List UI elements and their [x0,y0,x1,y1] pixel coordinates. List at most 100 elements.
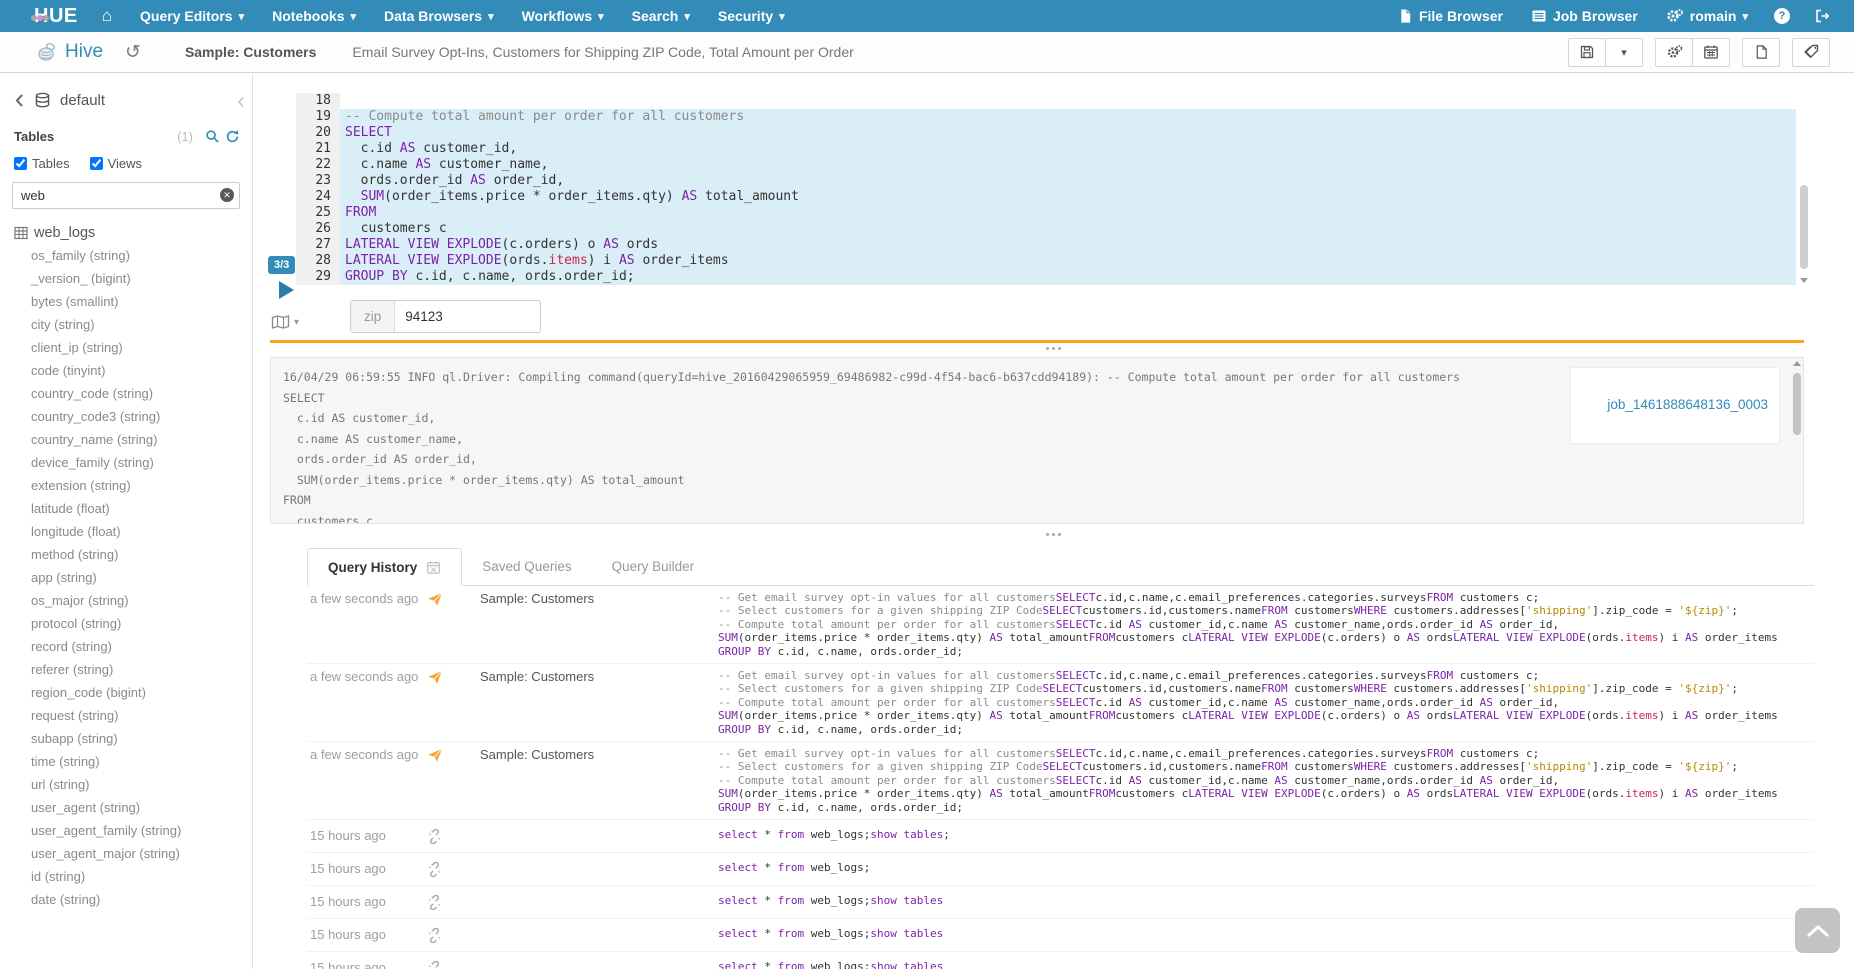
nav-workflows[interactable]: Workflows▾ [508,0,618,32]
help-icon: ? [1774,8,1790,24]
file-browser-button[interactable]: File Browser [1384,0,1517,32]
tab-query-history[interactable]: Query History [307,548,462,586]
column-item[interactable]: record (string) [0,635,252,658]
editor-line[interactable]: 25FROM [296,205,1810,221]
execute-button[interactable] [279,281,294,299]
zip-variable-input[interactable] [395,301,540,332]
editor-line[interactable]: 22 c.name AS customer_name, [296,157,1810,173]
query-title[interactable]: Sample: Customers [185,44,316,60]
editor-line[interactable]: 29GROUP BY c.id, c.name, ords.order_id; [296,269,1810,285]
schedule-button[interactable] [1692,38,1730,67]
editor-line[interactable]: 18 [296,93,1810,109]
logout-button[interactable] [1802,0,1842,32]
editor-line[interactable]: 23 ords.order_id AS order_id, [296,173,1810,189]
search-icon[interactable] [205,129,220,144]
log-scrollbar[interactable] [1791,359,1802,522]
column-item[interactable]: bytes (smallint) [0,290,252,313]
clear-filter-icon[interactable]: ✕ [220,188,234,202]
tab-saved-queries[interactable]: Saved Queries [462,548,591,585]
hue-logo[interactable]: HUE [34,5,78,28]
editor-line[interactable]: 27LATERAL VIEW EXPLODE(c.orders) o AS or… [296,237,1810,253]
save-button[interactable] [1568,38,1606,67]
refresh-icon[interactable] [225,129,240,144]
calendar-clear-icon[interactable] [426,560,441,575]
history-row[interactable]: 15 hours agoselect * from web_logs;show … [307,819,1814,852]
new-document-button[interactable] [1742,38,1780,67]
column-item[interactable]: app (string) [0,566,252,589]
settings-button[interactable] [1655,38,1693,67]
job-link[interactable]: job_1461888648136_0003 [1607,397,1768,412]
line-number: 21 [296,141,340,157]
user-menu[interactable]: romain ▾ [1652,0,1762,32]
column-item[interactable]: country_name (string) [0,428,252,451]
column-item[interactable]: id (string) [0,865,252,888]
column-item[interactable]: date (string) [0,888,252,911]
help-button[interactable]: ? [1762,0,1802,32]
column-item[interactable]: country_code (string) [0,382,252,405]
job-browser-button[interactable]: Job Browser [1517,0,1652,32]
nav-security[interactable]: Security▾ [704,0,799,32]
filter-tables[interactable]: Tables [14,156,70,171]
column-item[interactable]: time (string) [0,750,252,773]
table-item[interactable]: web_logs [0,222,252,244]
column-item[interactable]: user_agent_major (string) [0,842,252,865]
history-row[interactable]: 15 hours agoselect * from web_logs;show … [307,951,1814,969]
nav-data-browsers[interactable]: Data Browsers▾ [370,0,508,32]
column-item[interactable]: longitude (float) [0,520,252,543]
editor-scrollbar[interactable] [1798,93,1810,285]
views-checkbox[interactable] [90,157,103,170]
job-link-card: job_1461888648136_0003 [1571,368,1779,443]
database-name[interactable]: default [60,92,105,109]
editor-line[interactable]: 21 c.id AS customer_id, [296,141,1810,157]
resize-handle[interactable] [253,347,1854,350]
column-item[interactable]: latitude (float) [0,497,252,520]
column-item[interactable]: request (string) [0,704,252,727]
home-button[interactable]: ⌂ [88,0,126,32]
query-history-icon[interactable]: ↺ [125,41,141,64]
column-item[interactable]: method (string) [0,543,252,566]
column-item[interactable]: _version_ (bigint) [0,267,252,290]
column-item[interactable]: code (tinyint) [0,359,252,382]
tags-button[interactable] [1792,38,1830,67]
column-item[interactable]: referer (string) [0,658,252,681]
variables-toggle[interactable]: ▾ [271,314,299,330]
back-chevron-icon[interactable] [14,93,25,108]
column-item[interactable]: region_code (bigint) [0,681,252,704]
history-row[interactable]: 15 hours agoselect * from web_logs; [307,852,1814,885]
history-row[interactable]: a few seconds agoSample: Customers-- Get… [307,663,1814,741]
scroll-to-top-button[interactable] [1795,908,1840,953]
table-filter-input[interactable] [12,182,240,209]
nav-search[interactable]: Search▾ [618,0,704,32]
nav-notebooks[interactable]: Notebooks▾ [258,0,370,32]
history-row[interactable]: a few seconds agoSample: Customers-- Get… [307,586,1814,663]
column-item[interactable]: protocol (string) [0,612,252,635]
resize-handle[interactable] [253,533,1854,536]
save-options-button[interactable]: ▾ [1605,38,1643,67]
history-row[interactable]: a few seconds agoSample: Customers-- Get… [307,741,1814,819]
column-item[interactable]: device_family (string) [0,451,252,474]
editor-line[interactable]: 24 SUM(order_items.price * order_items.q… [296,189,1810,205]
column-item[interactable]: subapp (string) [0,727,252,750]
column-item[interactable]: city (string) [0,313,252,336]
column-item[interactable]: extension (string) [0,474,252,497]
column-item[interactable]: user_agent (string) [0,796,252,819]
tab-query-builder[interactable]: Query Builder [592,548,715,585]
history-row[interactable]: 15 hours agoselect * from web_logs;show … [307,918,1814,951]
column-item[interactable]: os_family (string) [0,244,252,267]
tables-checkbox[interactable] [14,157,27,170]
column-item[interactable]: country_code3 (string) [0,405,252,428]
column-item[interactable]: os_major (string) [0,589,252,612]
sql-editor[interactable]: 1819-- Compute total amount per order fo… [296,93,1810,285]
collapse-panel-icon[interactable] [237,96,245,108]
editor-line[interactable]: 28LATERAL VIEW EXPLODE(ords.items) i AS … [296,253,1810,269]
nav-query-editors[interactable]: Query Editors▾ [126,0,258,32]
filter-views[interactable]: Views [90,156,142,171]
column-item[interactable]: user_agent_family (string) [0,819,252,842]
editor-line[interactable]: 26 customers c [296,221,1810,237]
column-item[interactable]: url (string) [0,773,252,796]
editor-line[interactable]: 20SELECT [296,125,1810,141]
statement-counter-badge: 3/3 [268,256,295,274]
history-row[interactable]: 15 hours agoselect * from web_logs;show … [307,885,1814,918]
editor-line[interactable]: 19-- Compute total amount per order for … [296,109,1810,125]
column-item[interactable]: client_ip (string) [0,336,252,359]
